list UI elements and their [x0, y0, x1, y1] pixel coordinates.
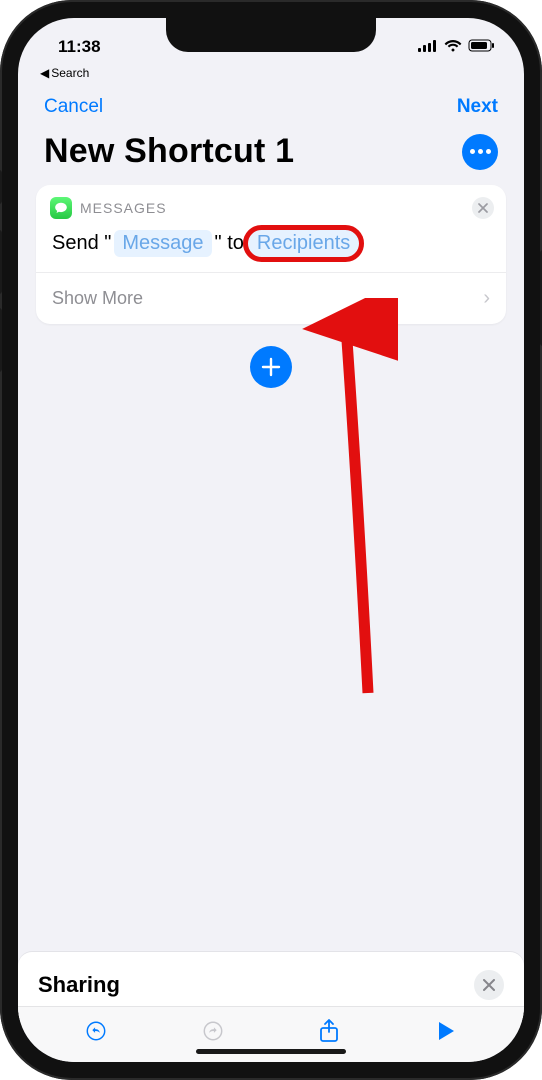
action-body: Send " Message " to Recipients [36, 225, 506, 272]
messages-app-icon [50, 197, 72, 219]
chevron-right-icon: › [483, 287, 490, 310]
cancel-button[interactable]: Cancel [44, 96, 103, 118]
panel-title: Sharing [38, 972, 120, 998]
annotation-arrow [298, 298, 398, 698]
undo-button[interactable] [76, 1020, 116, 1042]
back-chevron-icon: ◀ [40, 66, 49, 80]
more-button[interactable] [462, 134, 498, 170]
show-more-row[interactable]: Show More › [36, 273, 506, 324]
send-prefix: Send " [52, 232, 111, 255]
wifi-icon [444, 37, 462, 57]
card-header: MESSAGES [36, 185, 506, 225]
cellular-icon [418, 37, 438, 57]
back-to-search[interactable]: ◀ Search [18, 66, 524, 80]
status-indicators [418, 37, 496, 57]
mute-switch [0, 170, 2, 204]
send-mid: " to [215, 232, 244, 255]
panel-close-button[interactable] [474, 970, 504, 1000]
status-time: 11:38 [58, 37, 101, 57]
back-label: Search [51, 66, 89, 80]
add-action-button[interactable] [250, 346, 292, 388]
title-row: New Shortcut 1 [18, 128, 524, 185]
ellipsis-dot [486, 149, 491, 154]
ellipsis-dot [470, 149, 475, 154]
recipients-token[interactable]: Recipients [247, 229, 360, 258]
volume-up [0, 230, 2, 294]
battery-icon [468, 37, 496, 57]
page-title: New Shortcut 1 [44, 132, 294, 171]
remove-action-button[interactable] [472, 197, 494, 219]
next-button[interactable]: Next [457, 96, 498, 118]
device-frame: 11:38 ◀ Search Cancel Next New Short [0, 0, 542, 1080]
home-indicator[interactable] [196, 1049, 346, 1054]
action-card: MESSAGES Send " Message " to Recipients … [36, 185, 506, 324]
volume-down [0, 308, 2, 372]
screen: 11:38 ◀ Search Cancel Next New Short [18, 18, 524, 1062]
nav-bar: Cancel Next [18, 80, 524, 128]
run-button[interactable] [426, 1021, 466, 1041]
show-more-label: Show More [52, 288, 143, 309]
share-button[interactable] [309, 1019, 349, 1043]
message-token[interactable]: Message [114, 230, 211, 257]
redo-button[interactable] [193, 1020, 233, 1042]
ellipsis-dot [478, 149, 483, 154]
app-name-label: MESSAGES [80, 200, 167, 216]
notch [166, 18, 376, 52]
